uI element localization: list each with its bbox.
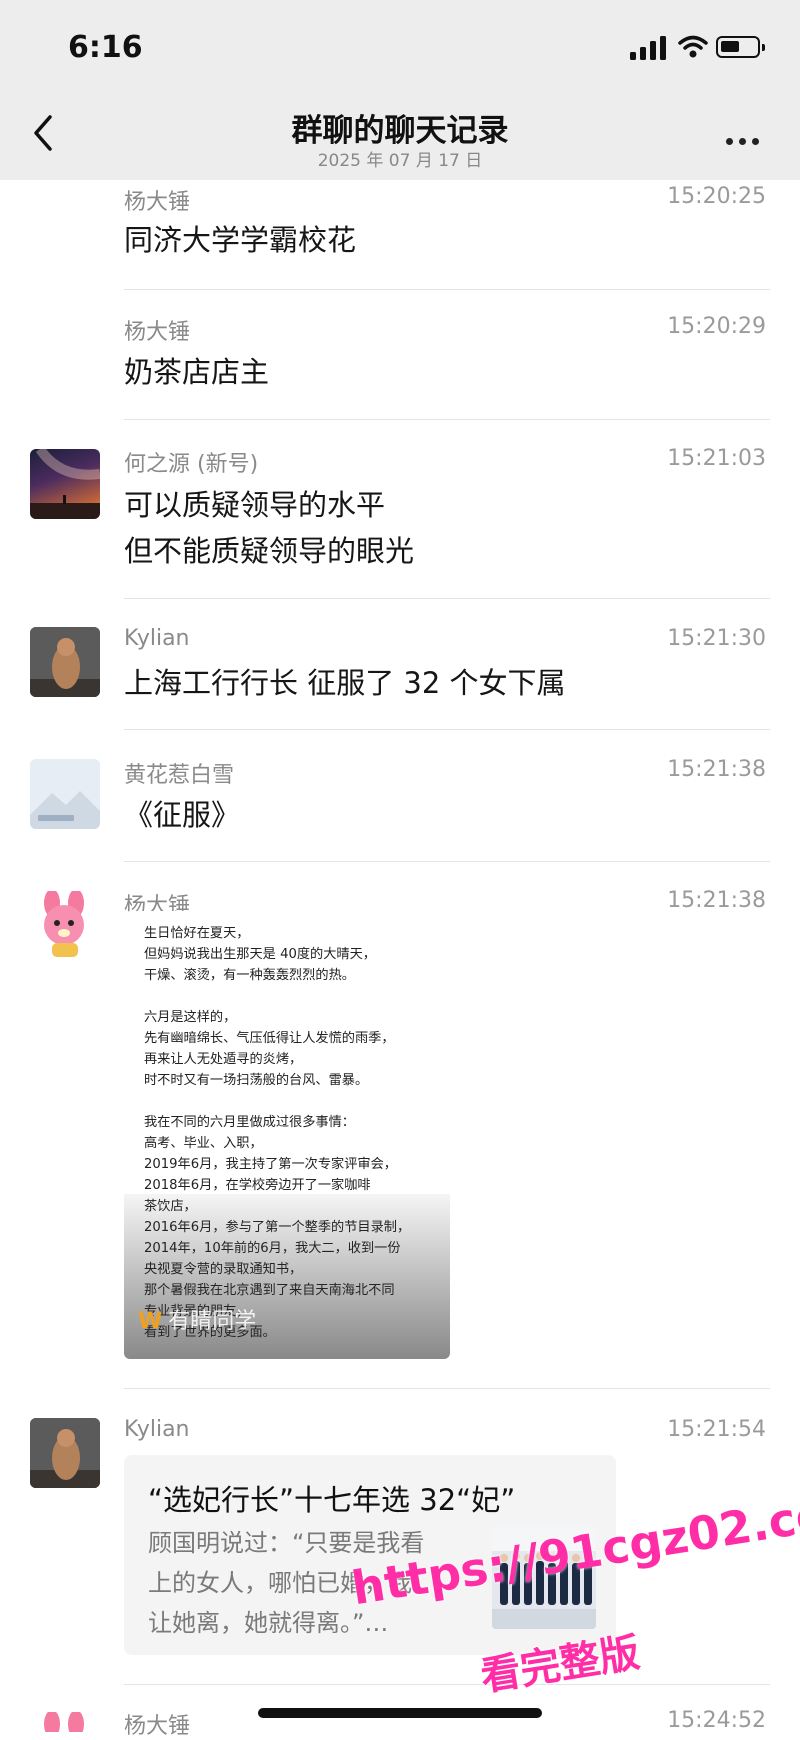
message-text: 可以质疑领导的水平 (124, 488, 386, 522)
message-time: 15:21:38 (667, 757, 766, 782)
divider (124, 419, 770, 420)
status-bar: 6:16 (0, 0, 800, 95)
status-time: 6:16 (68, 30, 143, 65)
avatar[interactable] (30, 449, 100, 519)
divider (124, 289, 770, 290)
avatar[interactable] (30, 1418, 100, 1488)
avatar[interactable] (30, 1712, 100, 1732)
page-date: 2025 年 07 月 17 日 (317, 151, 483, 171)
divider (124, 1684, 770, 1685)
sender-name: 何之源 (新号) (124, 452, 259, 477)
message-time: 15:21:54 (667, 1417, 766, 1442)
divider (124, 598, 770, 599)
avatar[interactable] (30, 759, 100, 829)
sender-name: 杨大锤 (124, 1714, 191, 1739)
message-text: 奶茶店店主 (124, 355, 270, 389)
sender-name: 黄花惹白雪 (124, 763, 235, 788)
message-text: 上海工行行长 征服了 32 个女下属 (124, 666, 566, 700)
avatar[interactable] (30, 627, 100, 697)
sender-name: 杨大锤 (124, 320, 191, 345)
home-indicator[interactable] (258, 1708, 542, 1718)
more-options-icon[interactable] (726, 130, 766, 145)
avatar[interactable] (30, 891, 100, 961)
battery-icon (716, 36, 765, 58)
message-time: 15:21:38 (667, 888, 766, 913)
sender-name: 杨大锤 (124, 190, 191, 215)
divider (124, 729, 770, 730)
message-time: 15:20:29 (667, 314, 766, 339)
message-text: 同济大学学霸校花 (124, 223, 357, 257)
message-text: 《征服》 (124, 798, 241, 832)
sender-name: Kylian (124, 1417, 190, 1442)
message-time: 15:24:52 (667, 1708, 766, 1733)
message-text: 但不能质疑领导的眼光 (124, 534, 415, 568)
message-time: 15:20:25 (667, 184, 766, 209)
sender-name: Kylian (124, 626, 190, 651)
cellular-signal-icon (630, 36, 666, 60)
divider (124, 861, 770, 862)
message-time: 15:21:03 (667, 446, 766, 471)
image-message[interactable]: 生日恰好在夏天， 但妈妈说我出生那天是 40度的大晴天， 干燥、滚烫，有一种轰轰… (124, 911, 450, 1359)
image-watermark: W 有睛同学 (138, 1309, 257, 1334)
message-time: 15:21:30 (667, 626, 766, 651)
page-title: 群聊的聊天记录 (291, 113, 509, 149)
watermark-text: 有睛同学 (168, 1309, 257, 1334)
nav-bar: 群聊的聊天记录 2025 年 07 月 17 日 (0, 95, 800, 180)
divider (124, 1388, 770, 1389)
wifi-icon (678, 35, 708, 58)
card-title: “选妃行长”十七年选 32“妃” (148, 1483, 516, 1517)
